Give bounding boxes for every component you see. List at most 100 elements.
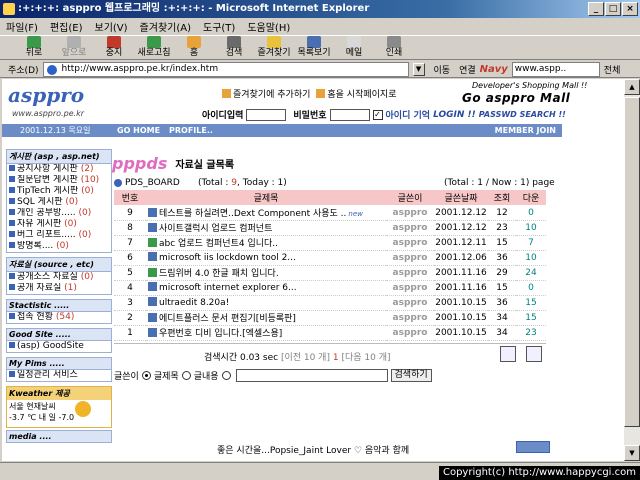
history-button[interactable]: 목록보기 xyxy=(294,36,334,60)
table-row[interactable]: 2 에디트플러스 문서 편집기[비등록판] asppro 2001.10.15 34 15 xyxy=(114,310,546,326)
scroll-thumb[interactable] xyxy=(624,97,640,427)
navy-toolbar-logo[interactable]: Navy xyxy=(480,64,508,75)
mall-link[interactable]: Go asppro Mall xyxy=(462,91,570,105)
scroll-top-button[interactable] xyxy=(516,441,550,453)
row-author[interactable]: asppro xyxy=(386,250,434,266)
sidebar-item-source[interactable]: 공개소스 자료실 (0) xyxy=(7,272,111,283)
nav-profile[interactable]: PROFILE.. xyxy=(169,124,213,137)
nav-go-home[interactable]: GO HOME xyxy=(117,124,160,137)
remember-id-checkbox[interactable]: ✓ xyxy=(372,109,383,120)
post-table: 번호 글제목 글쓴이 글쓴날짜 조회 다운 9 테스트를 하실려면..Dext C… xyxy=(114,190,546,341)
address-dropdown[interactable]: ▼ xyxy=(412,62,425,76)
board-search-input[interactable] xyxy=(235,369,388,382)
vertical-scrollbar[interactable]: ▲ ▼ xyxy=(624,79,640,461)
table-row[interactable]: 3 ultraedit 8.20a! asppro 2001.10.15 36 15 xyxy=(114,295,546,311)
close-button[interactable]: × xyxy=(622,2,638,16)
home-button[interactable]: 홈 xyxy=(174,36,214,60)
back-label: 뒤로 xyxy=(25,48,43,58)
toolbar-search-input[interactable]: www.aspp.. xyxy=(511,61,600,77)
row-no: 5 xyxy=(114,265,146,281)
weather-widget[interactable]: Kweather 제공 서울 현재날씨 -3.7 ℃ 내 일 -7.0 xyxy=(6,386,112,428)
menu-help[interactable]: 도움말(H) xyxy=(247,19,290,34)
row-author[interactable]: asppro xyxy=(386,295,434,311)
sidebar-item-source[interactable]: 공개 자료실 (1) xyxy=(7,283,111,294)
add-favorite-link[interactable]: 즐겨찾기에 추가하기 xyxy=(222,87,310,100)
list-view-icon[interactable] xyxy=(526,346,542,362)
row-title[interactable]: 에디트플러스 문서 편집기[비등록판] xyxy=(146,310,386,326)
links-button[interactable]: 연결 xyxy=(459,63,476,76)
row-title[interactable]: 드림위버 4.0 한글 패치 입니다. xyxy=(146,265,386,281)
row-title[interactable]: 테스트를 하실려면..Dext Component 사용도 .. new xyxy=(146,205,386,221)
scroll-down-button[interactable]: ▼ xyxy=(624,445,640,461)
sidebar-item-board[interactable]: 버그 리포트..... (0) xyxy=(7,230,111,241)
search-by-author-radio[interactable] xyxy=(141,371,151,380)
current-page[interactable]: 1 xyxy=(333,353,339,363)
forward-button[interactable]: 앞으로 xyxy=(54,36,94,60)
favorites-button[interactable]: 즐겨찾기 xyxy=(254,36,294,60)
address-input[interactable]: http://www.asppro.pe.kr/index.htm xyxy=(42,61,409,77)
row-date: 2001.12.12 xyxy=(434,205,488,221)
go-button[interactable]: 이동 xyxy=(428,61,456,77)
row-author[interactable]: asppro xyxy=(386,310,434,326)
row-title[interactable]: microsoft iis lockdown tool 2... xyxy=(146,250,386,266)
table-row[interactable]: 8 사이트갤럭시 업로드 컴퍼넌트 asppro 2001.12.12 23 10 xyxy=(114,220,546,236)
print-button[interactable]: 인쇄 xyxy=(374,36,414,60)
minimize-button[interactable]: _ xyxy=(588,2,604,16)
mail-button[interactable]: 메일 xyxy=(334,36,374,60)
row-title[interactable]: ultraedit 8.20a! xyxy=(146,295,386,311)
write-post-icon[interactable] xyxy=(500,346,516,362)
row-title[interactable]: abc 업로드 컴퍼넌트4 입니다.. xyxy=(146,235,386,251)
sidebar-item-stat[interactable]: 접속 현황 (54) xyxy=(7,312,111,323)
next-10-link[interactable]: [다음 10 개] xyxy=(341,353,390,363)
table-row[interactable]: 5 드림위버 4.0 한글 패치 입니다. asppro 2001.11.16 29 24 xyxy=(114,265,546,281)
row-author[interactable]: asppro xyxy=(386,235,434,251)
login-link[interactable]: LOGIN !! xyxy=(433,110,476,120)
menu-file[interactable]: 파일(F) xyxy=(6,19,38,34)
board-search-button[interactable]: 검색하기 xyxy=(390,369,432,382)
table-row[interactable]: 6 microsoft iis lockdown tool 2... asppro 2… xyxy=(114,250,546,266)
search-by-body-radio[interactable] xyxy=(221,371,231,380)
menu-edit[interactable]: 편집(E) xyxy=(50,19,83,34)
sidebar-item-board[interactable]: 방명록.... (0) xyxy=(7,241,111,252)
table-row[interactable]: 9 테스트를 하실려면..Dext Component 사용도 .. new aspp… xyxy=(114,205,546,221)
row-author[interactable]: asppro xyxy=(386,280,434,296)
row-author[interactable]: asppro xyxy=(386,265,434,281)
bullet-icon xyxy=(9,342,15,348)
set-homepage-link[interactable]: 홈을 시작페이지로 xyxy=(316,87,397,100)
refresh-button[interactable]: 새로고침 xyxy=(134,36,174,60)
row-title[interactable]: 우편번호 디비 입니다.[엑셀스용] xyxy=(146,325,386,341)
search-by-title-radio[interactable] xyxy=(181,371,191,380)
pw-input[interactable] xyxy=(329,108,370,121)
sidebar-item-board[interactable]: SQL 게시판 (0) xyxy=(7,197,111,208)
sidebar-item-goodsite[interactable]: (asp) GoodSite xyxy=(7,341,111,352)
sidebar-item-board[interactable]: 질문답변 게시판 (10) xyxy=(7,175,111,186)
site-logo[interactable]: asppro xyxy=(8,83,84,107)
nav-member-join[interactable]: MEMBER JOIN xyxy=(495,124,556,137)
scroll-up-button[interactable]: ▲ xyxy=(624,79,640,95)
back-button[interactable]: 뒤로 xyxy=(14,36,54,60)
row-title[interactable]: 사이트갤럭시 업로드 컴퍼넌트 xyxy=(146,220,386,236)
sidebar-item-board[interactable]: 자유 게시판 (0) xyxy=(7,219,111,230)
sidebar-item-board[interactable]: 공지사항 게시판 (2) xyxy=(7,164,111,175)
prev-10-link[interactable]: [이전 10 개] xyxy=(281,353,330,363)
row-author[interactable]: asppro xyxy=(386,220,434,236)
sidebar-item-pims[interactable]: 일정관리 서비스 xyxy=(7,370,111,381)
table-row[interactable]: 7 abc 업로드 컴퍼넌트4 입니다.. asppro 2001.12.11 15 7 xyxy=(114,235,546,251)
toolbar-search-option[interactable]: 전체 xyxy=(604,63,621,76)
search-button[interactable]: 검색 xyxy=(214,36,254,60)
stop-button[interactable]: 중지 xyxy=(94,36,134,60)
menu-view[interactable]: 보기(V) xyxy=(95,19,128,34)
id-input[interactable] xyxy=(246,108,287,121)
row-title[interactable]: microsoft internet explorer 6... xyxy=(146,280,386,296)
row-author[interactable]: asppro xyxy=(386,205,434,221)
table-row[interactable]: 4 microsoft internet explorer 6... asppro 2… xyxy=(114,280,546,296)
row-views: 34 xyxy=(488,310,516,326)
password-search-link[interactable]: PASSWD SEARCH !! xyxy=(479,110,566,119)
sidebar-item-board[interactable]: TipTech 게시판 (0) xyxy=(7,186,111,197)
table-row[interactable]: 1 우편번호 디비 입니다.[엑셀스용] asppro 2001.10.15 34 23 xyxy=(114,325,546,341)
row-author[interactable]: asppro xyxy=(386,325,434,341)
menu-tools[interactable]: 도구(T) xyxy=(203,19,235,34)
menu-favorites[interactable]: 즐겨찾기(A) xyxy=(140,19,191,34)
maximize-button[interactable]: □ xyxy=(605,2,621,16)
sidebar-item-board[interactable]: 개인 공부방..... (0) xyxy=(7,208,111,219)
